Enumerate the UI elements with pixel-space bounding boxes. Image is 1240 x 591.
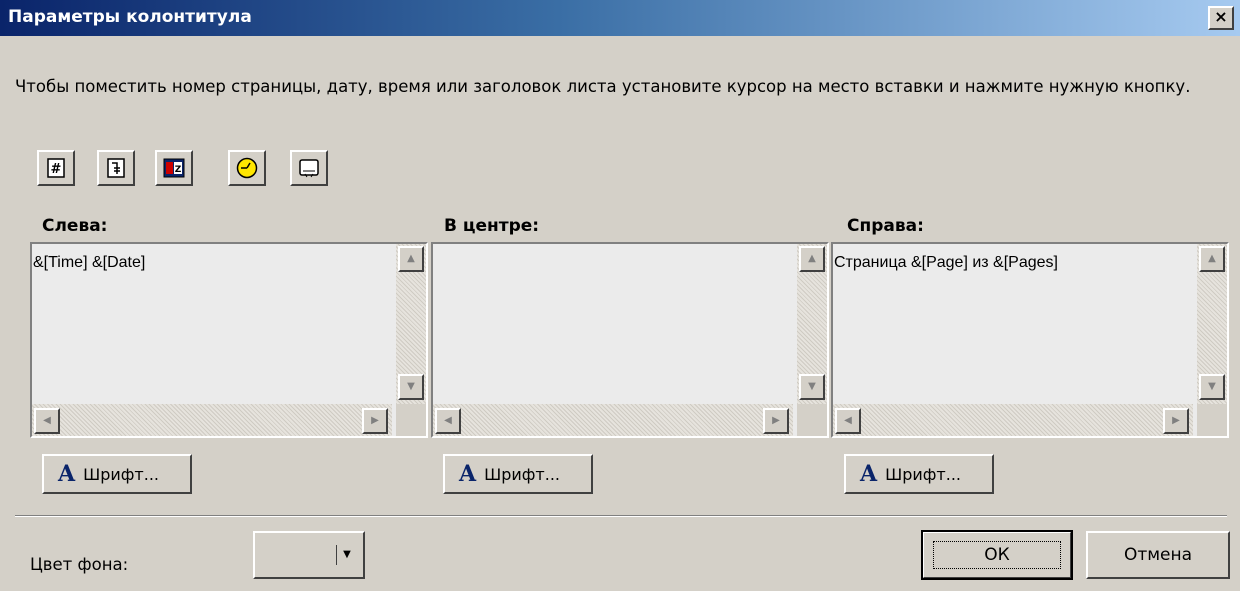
time-icon bbox=[236, 157, 258, 179]
scroll-right-icon[interactable]: ▶ bbox=[362, 408, 388, 434]
cancel-button-label: Отмена bbox=[1123, 545, 1193, 565]
instruction-text: Чтобы поместить номер страницы, дату, вр… bbox=[15, 77, 1191, 96]
scroll-left-icon[interactable]: ◀ bbox=[435, 408, 461, 434]
svg-text:#: # bbox=[51, 162, 62, 177]
sheet-title-icon bbox=[299, 159, 319, 178]
date-icon: Z bbox=[163, 158, 185, 178]
right-section-label: Справа: bbox=[847, 216, 924, 236]
right-font-button[interactable]: A Шрифт... bbox=[844, 454, 994, 494]
font-icon: A bbox=[58, 461, 76, 487]
ok-button-label: ОК bbox=[933, 541, 1061, 569]
insert-page-number-button[interactable]: # bbox=[37, 150, 75, 186]
scroll-corner bbox=[797, 404, 827, 436]
left-font-button-label: Шрифт... bbox=[83, 464, 159, 484]
scroll-left-icon[interactable]: ◀ bbox=[34, 408, 60, 434]
center-section-label: В центре: bbox=[444, 216, 540, 236]
separator bbox=[15, 515, 1227, 517]
scroll-down-icon[interactable]: ▼ bbox=[799, 374, 825, 400]
page-count-icon bbox=[107, 158, 125, 178]
left-horizontal-scrollbar[interactable]: ◀ ▶ bbox=[32, 404, 392, 436]
right-font-button-label: Шрифт... bbox=[885, 464, 961, 484]
right-vertical-scrollbar[interactable]: ▲ ▼ bbox=[1197, 244, 1227, 404]
left-section-label: Слева: bbox=[42, 216, 108, 236]
scroll-up-icon[interactable]: ▲ bbox=[799, 246, 825, 272]
background-color-label: Цвет фона: bbox=[30, 555, 129, 574]
font-icon: A bbox=[860, 461, 878, 487]
svg-text:Z: Z bbox=[175, 165, 182, 175]
center-vertical-scrollbar[interactable]: ▲ ▼ bbox=[797, 244, 827, 404]
insert-page-count-button[interactable] bbox=[97, 150, 135, 186]
font-icon: A bbox=[459, 461, 477, 487]
scroll-down-icon[interactable]: ▼ bbox=[1199, 374, 1225, 400]
left-section-text[interactable]: &[Time] &[Date] bbox=[33, 254, 145, 272]
insert-date-button[interactable]: Z bbox=[155, 150, 193, 186]
insert-sheet-title-button[interactable] bbox=[290, 150, 328, 186]
close-button[interactable]: × bbox=[1208, 6, 1234, 30]
cancel-button[interactable]: Отмена bbox=[1086, 531, 1230, 579]
background-color-select[interactable]: ▼ bbox=[253, 531, 365, 579]
scroll-right-icon[interactable]: ▶ bbox=[1163, 408, 1189, 434]
scroll-down-icon[interactable]: ▼ bbox=[398, 374, 424, 400]
page-number-icon: # bbox=[47, 158, 65, 178]
scroll-up-icon[interactable]: ▲ bbox=[1199, 246, 1225, 272]
center-horizontal-scrollbar[interactable]: ◀ ▶ bbox=[433, 404, 793, 436]
title-bar: Параметры колонтитула × bbox=[0, 0, 1240, 36]
scroll-right-icon[interactable]: ▶ bbox=[763, 408, 789, 434]
scroll-left-icon[interactable]: ◀ bbox=[835, 408, 861, 434]
scroll-up-icon[interactable]: ▲ bbox=[398, 246, 424, 272]
scroll-corner bbox=[396, 404, 426, 436]
right-section-editor[interactable]: Страница &[Page] из &[Pages] ▲ ▼ ◀ ▶ bbox=[831, 242, 1229, 438]
right-section-text[interactable]: Страница &[Page] из &[Pages] bbox=[834, 254, 1058, 272]
right-horizontal-scrollbar[interactable]: ◀ ▶ bbox=[833, 404, 1193, 436]
window-title: Параметры колонтитула bbox=[8, 7, 252, 27]
close-icon: × bbox=[1214, 7, 1228, 26]
left-vertical-scrollbar[interactable]: ▲ ▼ bbox=[396, 244, 426, 404]
scroll-corner bbox=[1197, 404, 1227, 436]
center-section-editor[interactable]: ▲ ▼ ◀ ▶ bbox=[431, 242, 829, 438]
left-font-button[interactable]: A Шрифт... bbox=[42, 454, 192, 494]
center-font-button[interactable]: A Шрифт... bbox=[443, 454, 593, 494]
chevron-down-icon[interactable]: ▼ bbox=[336, 545, 357, 565]
insert-time-button[interactable] bbox=[228, 150, 266, 186]
ok-button[interactable]: ОК bbox=[921, 530, 1073, 580]
left-section-editor[interactable]: &[Time] &[Date] ▲ ▼ ◀ ▶ bbox=[30, 242, 428, 438]
center-font-button-label: Шрифт... bbox=[484, 464, 560, 484]
